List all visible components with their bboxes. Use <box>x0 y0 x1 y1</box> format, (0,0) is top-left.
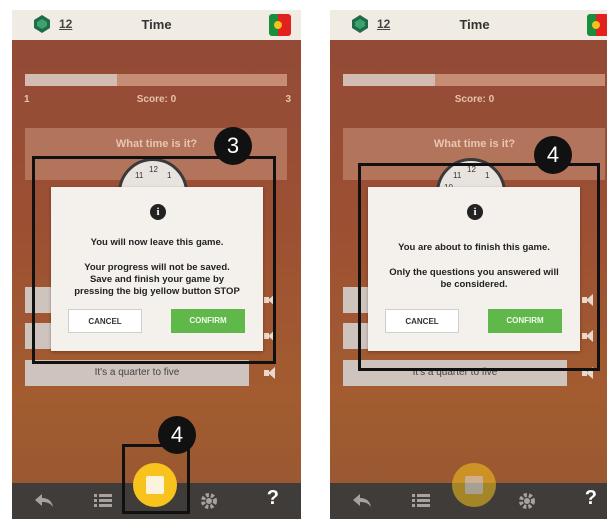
top-bar: 12 Time <box>12 10 301 40</box>
list-icon[interactable] <box>94 493 112 509</box>
score-max: 3 <box>285 94 291 105</box>
highlight-frame <box>122 444 190 514</box>
language-flag-icon[interactable] <box>269 14 291 36</box>
language-flag-icon[interactable] <box>587 14 607 36</box>
page-title: Time <box>459 17 490 32</box>
speaker-icon[interactable] <box>262 366 280 380</box>
score-label: Score: 0 <box>454 94 495 105</box>
highlight-frame <box>358 163 600 371</box>
step-badge: 4 <box>158 416 196 454</box>
step-badge: 3 <box>214 127 252 165</box>
help-icon[interactable]: ? <box>267 487 279 510</box>
progress-bar <box>343 74 605 86</box>
page-title: Time <box>141 17 172 32</box>
back-arrow-icon[interactable] <box>34 493 54 509</box>
step-badge: 4 <box>534 136 572 174</box>
list-icon[interactable] <box>412 493 430 509</box>
highlight-frame <box>32 156 276 364</box>
help-icon[interactable]: ? <box>585 487 597 510</box>
stop-button[interactable] <box>452 463 496 507</box>
gear-icon[interactable] <box>518 492 536 510</box>
gear-icon[interactable] <box>200 492 218 510</box>
question-text: What time is it? <box>115 138 198 150</box>
top-bar: 12 Time <box>330 10 607 40</box>
score-label: Score: 0 <box>136 94 177 105</box>
progress-bar <box>25 74 287 86</box>
back-arrow-icon[interactable] <box>352 493 372 509</box>
